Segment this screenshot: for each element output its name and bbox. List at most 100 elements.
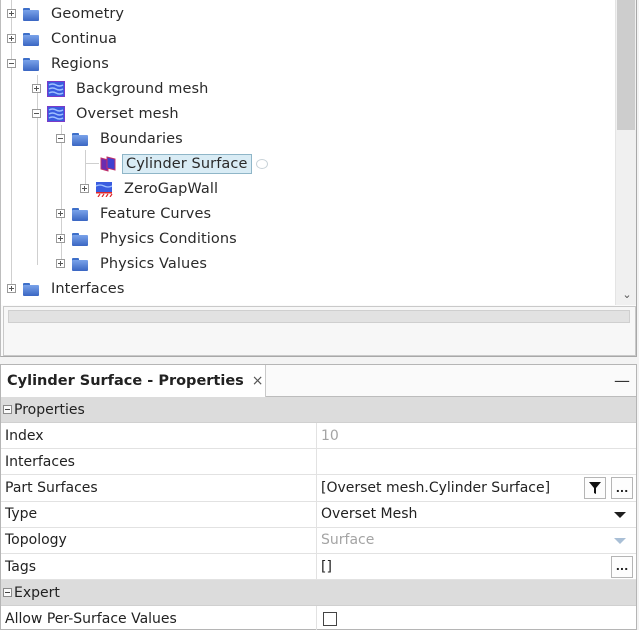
tree-node-background-mesh[interactable]: Background mesh	[32, 76, 211, 101]
folder-icon	[71, 131, 89, 147]
expand-icon[interactable]	[56, 209, 65, 218]
properties-panel: Cylinder Surface - Properties × — Proper…	[0, 364, 637, 630]
scroll-down-icon[interactable]: ⌄	[620, 289, 634, 301]
tree-node-overset-mesh[interactable]: Overset mesh	[32, 101, 182, 126]
properties-tab-title: Cylinder Surface - Properties	[7, 373, 244, 389]
folder-icon	[22, 31, 40, 47]
tree-node-label: Regions	[51, 55, 109, 72]
folder-icon	[71, 231, 89, 247]
expand-icon[interactable]	[32, 84, 41, 93]
tree-connector	[85, 163, 99, 164]
comment-icon[interactable]	[255, 158, 268, 169]
topology-dropdown-value: Surface	[321, 532, 375, 549]
tree-node-zerogapwall[interactable]: ZeroGapWall	[80, 176, 221, 201]
filter-button[interactable]	[584, 477, 606, 500]
properties-tab[interactable]: Cylinder Surface - Properties ×	[1, 365, 266, 397]
property-row-type: Type Overset Mesh	[1, 501, 636, 528]
tree-node-label: Interfaces	[51, 280, 125, 297]
tree-node-label: Continua	[51, 30, 117, 47]
folder-icon	[22, 56, 40, 72]
chevron-down-icon[interactable]	[614, 511, 626, 518]
part-surfaces-text: [Overset mesh.Cylinder Surface]	[321, 479, 551, 496]
property-name: Interfaces	[1, 449, 317, 475]
property-name: Type	[1, 501, 317, 527]
tree-horizontal-scroll-area	[3, 306, 636, 356]
collapse-icon[interactable]	[7, 59, 16, 68]
horizontal-scrollbar[interactable]	[8, 310, 630, 323]
expand-icon[interactable]	[7, 9, 16, 18]
expand-icon[interactable]	[80, 184, 89, 193]
property-value-part-surfaces[interactable]: [Overset mesh.Cylinder Surface] ...	[317, 475, 636, 500]
tree-vertical-scrollbar[interactable]: ⌄	[615, 0, 636, 305]
collapse-icon[interactable]	[3, 405, 12, 414]
simulation-tree-panel: Geometry Continua Regions Background mes…	[0, 0, 637, 357]
property-name: Tags	[1, 553, 317, 580]
tree-node-boundaries[interactable]: Boundaries	[56, 126, 186, 151]
tree-node-geometry[interactable]: Geometry	[7, 1, 127, 26]
close-icon[interactable]: ×	[252, 373, 264, 389]
collapse-icon[interactable]	[3, 588, 12, 598]
property-row-allow-per-surface-values: Allow Per-Surface Values	[1, 606, 636, 630]
tree-node-feature-curves[interactable]: Feature Curves	[56, 201, 214, 226]
topology-dropdown: Surface	[317, 528, 636, 553]
tree-node-continua[interactable]: Continua	[7, 26, 120, 51]
property-group-expert[interactable]: Expert	[1, 580, 636, 607]
folder-icon	[22, 6, 40, 22]
property-group-properties[interactable]: Properties	[1, 397, 636, 423]
region-mesh-icon	[47, 80, 65, 97]
group-label: Expert	[14, 584, 60, 601]
properties-header: Cylinder Surface - Properties × —	[1, 365, 636, 397]
tree-node-physics-conditions[interactable]: Physics Conditions	[56, 226, 240, 251]
tags-text: []	[321, 558, 332, 575]
part-surfaces-ellipsis-button[interactable]: ...	[611, 477, 633, 500]
property-row-part-surfaces: Part Surfaces [Overset mesh.Cylinder Sur…	[1, 475, 636, 502]
tree-node-label: Boundaries	[100, 130, 183, 147]
property-value-tags[interactable]: [] ...	[317, 554, 636, 579]
minimize-icon[interactable]: —	[614, 371, 630, 390]
tree-node-label: ZeroGapWall	[124, 180, 219, 197]
wall-boundary-icon	[95, 181, 113, 197]
property-name: Part Surfaces	[1, 475, 317, 501]
property-row-index: Index 10	[1, 423, 636, 450]
chevron-down-icon	[614, 537, 626, 544]
tree-node-physics-values[interactable]: Physics Values	[56, 251, 210, 276]
tree-node-label: Feature Curves	[100, 205, 212, 222]
property-name: Allow Per-Surface Values	[1, 606, 317, 630]
type-dropdown-value: Overset Mesh	[321, 506, 418, 523]
group-label: Properties	[14, 401, 85, 418]
type-dropdown[interactable]: Overset Mesh	[317, 502, 636, 527]
property-name: Index	[1, 423, 317, 449]
tags-ellipsis-button[interactable]: ...	[611, 555, 633, 578]
tree-node-label: Physics Values	[100, 255, 208, 272]
expand-icon[interactable]	[56, 259, 65, 268]
tree-node-cylinder-surface[interactable]: Cylinder Surface	[99, 151, 268, 176]
collapse-icon[interactable]	[32, 109, 41, 118]
tree-node-regions[interactable]: Regions	[7, 51, 112, 76]
tree-node-label: Overset mesh	[76, 105, 179, 122]
folder-icon	[71, 256, 89, 272]
folder-icon	[71, 206, 89, 222]
expand-icon[interactable]	[56, 234, 65, 243]
tree-node-label: Geometry	[51, 5, 125, 22]
scrollbar-thumb[interactable]	[617, 0, 635, 130]
region-mesh-icon	[47, 105, 65, 122]
property-row-topology: Topology Surface	[1, 527, 636, 554]
tree-node-label: Cylinder Surface	[122, 153, 252, 174]
overset-boundary-icon	[99, 155, 117, 172]
filter-icon	[589, 482, 601, 495]
tree-node-interfaces[interactable]: Interfaces	[7, 276, 127, 301]
property-value-index: 10	[321, 427, 339, 444]
simulation-tree: Geometry Continua Regions Background mes…	[1, 0, 615, 305]
expand-icon[interactable]	[7, 284, 16, 293]
folder-icon	[22, 281, 40, 297]
property-value-allow-per-surface-values	[317, 606, 636, 630]
expand-icon[interactable]	[7, 34, 16, 43]
property-value-interfaces[interactable]	[317, 449, 636, 474]
property-row-interfaces: Interfaces	[1, 449, 636, 476]
property-name: Topology	[1, 527, 317, 553]
allow-per-surface-values-checkbox[interactable]	[323, 611, 337, 626]
tree-node-label: Physics Conditions	[100, 230, 237, 247]
tree-node-label: Background mesh	[76, 80, 209, 97]
collapse-icon[interactable]	[56, 134, 65, 143]
property-row-tags: Tags [] ...	[1, 553, 636, 581]
